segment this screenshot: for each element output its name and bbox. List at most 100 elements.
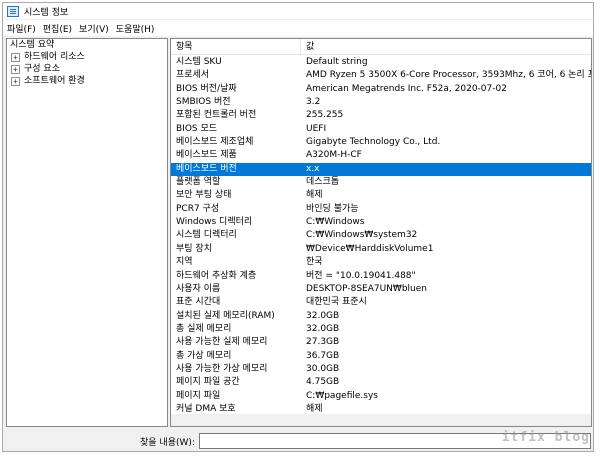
system-info-icon bbox=[7, 5, 19, 17]
expand-icon[interactable]: + bbox=[11, 64, 20, 74]
tree-item-label: 구성 요소 bbox=[24, 64, 60, 74]
row-item-name: 시스템 디렉터리 bbox=[176, 230, 237, 241]
table-row[interactable]: 시스템 디렉터리 C:₩Windows₩system32 bbox=[171, 229, 591, 242]
row-item-name: 프로세서 bbox=[176, 70, 210, 81]
row-item-value: 27.3GB bbox=[306, 337, 340, 348]
row-item-name: 하드웨어 추상화 계층 bbox=[176, 270, 257, 281]
row-item-value: 해제 bbox=[306, 190, 323, 201]
tree-item-label: 하드웨어 리소스 bbox=[24, 52, 85, 62]
row-item-name: 페이지 파일 공간 bbox=[176, 377, 240, 388]
details-rows: 시스템 SKU Default string 프로세서 AMD Ryzen 5 350… bbox=[171, 56, 591, 416]
row-item-name: 베이스보드 버전 bbox=[176, 163, 237, 174]
menu-help[interactable]: 도움말(H) bbox=[116, 22, 155, 35]
row-item-name: BIOS 버전/날짜 bbox=[176, 83, 237, 94]
expand-icon[interactable]: + bbox=[11, 52, 20, 62]
row-item-value: 32.0GB bbox=[306, 310, 340, 321]
row-item-name: 표준 시간대 bbox=[176, 297, 221, 308]
row-item-value: AMD Ryzen 5 3500X 6-Core Processor, 3593… bbox=[306, 70, 591, 81]
row-item-value: UEFI bbox=[306, 123, 327, 134]
window-title: 시스템 정보 bbox=[24, 7, 69, 18]
row-item-value: American Megatrends Inc. F52a, 2020-07-0… bbox=[306, 83, 507, 94]
tree-item-hardware-resources[interactable]: + 하드웨어 리소스 bbox=[7, 51, 167, 63]
row-item-value: C:₩pagefile.sys bbox=[306, 390, 378, 401]
menu-edit[interactable]: 편집(E) bbox=[43, 22, 72, 35]
row-item-name: PCR7 구성 bbox=[176, 203, 220, 214]
horizontal-scrollbar[interactable] bbox=[171, 414, 591, 426]
row-item-name: 포함된 컨트롤러 버전 bbox=[176, 110, 257, 121]
row-item-value: 32.0GB bbox=[306, 323, 340, 334]
row-item-value: 한국 bbox=[306, 257, 323, 268]
table-row[interactable]: SMBIOS 버전 3.2 bbox=[171, 96, 591, 109]
find-label: 찾을 내용(W): bbox=[140, 438, 195, 448]
row-item-value: 36.7GB bbox=[306, 350, 340, 361]
watermark-text: itfix blog bbox=[501, 430, 590, 445]
table-row[interactable]: 사용 가능한 가상 메모리 30.0GB bbox=[171, 363, 591, 376]
table-row[interactable]: 시스템 SKU Default string bbox=[171, 56, 591, 69]
menu-view[interactable]: 보기(V) bbox=[79, 22, 109, 35]
row-item-value: DESKTOP-8SEA7UN₩bluen bbox=[306, 283, 427, 294]
tree-item-label: 시스템 요약 bbox=[10, 40, 55, 50]
row-item-value: 대한민국 표준시 bbox=[306, 297, 367, 308]
column-header-value[interactable]: 값 bbox=[301, 39, 591, 55]
row-item-value: A320M-H-CF bbox=[306, 150, 362, 161]
table-row[interactable]: BIOS 모드 UEFI bbox=[171, 123, 591, 136]
table-row[interactable]: 총 실제 메모리 32.0GB bbox=[171, 323, 591, 336]
row-item-value: C:₩Windows bbox=[306, 217, 365, 228]
table-row[interactable]: 총 가상 메모리 36.7GB bbox=[171, 350, 591, 363]
row-item-value: 30.0GB bbox=[306, 363, 340, 374]
menu-file[interactable]: 파일(F) bbox=[7, 22, 36, 35]
menu-bar: 파일(F) 편집(E) 보기(V) 도움말(H) bbox=[3, 20, 593, 36]
table-row[interactable]: 보안 부팅 상태 해제 bbox=[171, 189, 591, 202]
row-item-name: 베이스보드 제품 bbox=[176, 150, 237, 161]
row-item-name: SMBIOS 버전 bbox=[176, 97, 231, 108]
table-row[interactable]: 베이스보드 제품 A320M-H-CF bbox=[171, 149, 591, 162]
row-item-name: 총 실제 메모리 bbox=[176, 323, 232, 334]
row-item-value: C:₩Windows₩system32 bbox=[306, 230, 418, 241]
row-item-value: 데스크톱 bbox=[306, 177, 340, 188]
table-row[interactable]: PCR7 구성 바인딩 불가능 bbox=[171, 203, 591, 216]
row-item-name: 사용 가능한 실제 메모리 bbox=[176, 337, 268, 348]
row-item-name: 총 가상 메모리 bbox=[176, 350, 232, 361]
table-row[interactable]: 페이지 파일 공간 4.75GB bbox=[171, 376, 591, 389]
row-item-name: 부팅 장치 bbox=[176, 243, 212, 254]
table-row[interactable]: 페이지 파일 C:₩pagefile.sys bbox=[171, 390, 591, 403]
row-item-value: x.x bbox=[306, 163, 320, 174]
row-item-name: Windows 디렉터리 bbox=[176, 217, 253, 228]
expand-icon[interactable]: + bbox=[11, 76, 20, 86]
tree-item-label: 소프트웨어 환경 bbox=[24, 76, 85, 86]
table-row[interactable]: BIOS 버전/날짜 American Megatrends Inc. F52a,… bbox=[171, 83, 591, 96]
row-item-name: 설치된 실제 메모리(RAM) bbox=[176, 310, 275, 321]
row-item-value: 바인딩 불가능 bbox=[306, 203, 359, 214]
table-row[interactable]: 표준 시간대 대한민국 표준시 bbox=[171, 296, 591, 309]
row-item-name: 지역 bbox=[176, 257, 193, 268]
row-item-value: ₩Device₩HarddiskVolume1 bbox=[306, 243, 434, 254]
details-list: 항목 값 시스템 SKU Default string 프로세서 AMD Ryzen … bbox=[170, 38, 592, 427]
column-header: 항목 값 bbox=[171, 39, 591, 55]
system-info-window: 시스템 정보 파일(F) 편집(E) 보기(V) 도움말(H) 시스템 요약 +… bbox=[2, 2, 594, 452]
row-item-value: 255.255 bbox=[306, 110, 344, 121]
row-item-name: 사용자 이름 bbox=[176, 283, 221, 294]
table-row[interactable]: 하드웨어 추상화 계층 버전 = "10.0.19041.488" bbox=[171, 270, 591, 283]
row-item-value: Default string bbox=[306, 57, 368, 67]
table-row[interactable]: 프로세서 AMD Ryzen 5 3500X 6-Core Processor, … bbox=[171, 69, 591, 82]
table-row[interactable]: 포함된 컨트롤러 버전 255.255 bbox=[171, 109, 591, 122]
table-row[interactable]: Windows 디렉터리 C:₩Windows bbox=[171, 216, 591, 229]
tree-item-software-environment[interactable]: + 소프트웨어 환경 bbox=[7, 75, 167, 87]
table-row[interactable]: 지역 한국 bbox=[171, 256, 591, 269]
table-row[interactable]: 베이스보드 제조업체 Gigabyte Technology Co., Ltd. bbox=[171, 136, 591, 149]
table-row[interactable]: 플랫폼 역할 데스크톱 bbox=[171, 176, 591, 189]
row-item-name: BIOS 모드 bbox=[176, 123, 218, 134]
tree-item-system-summary[interactable]: 시스템 요약 bbox=[7, 39, 167, 51]
table-row[interactable]: 사용자 이름 DESKTOP-8SEA7UN₩bluen bbox=[171, 283, 591, 296]
table-row[interactable]: 부팅 장치 ₩Device₩HarddiskVolume1 bbox=[171, 243, 591, 256]
row-item-value: 버전 = "10.0.19041.488" bbox=[306, 270, 416, 281]
tree-item-components[interactable]: + 구성 요소 bbox=[7, 63, 167, 75]
row-item-name: 베이스보드 제조업체 bbox=[176, 137, 254, 148]
table-row[interactable]: 설치된 실제 메모리(RAM) 32.0GB bbox=[171, 310, 591, 323]
table-row[interactable]: 사용 가능한 실제 메모리 27.3GB bbox=[171, 336, 591, 349]
category-tree[interactable]: 시스템 요약 + 하드웨어 리소스 + 구성 요소 + 소프트웨어 환경 bbox=[6, 38, 168, 427]
column-header-item[interactable]: 항목 bbox=[171, 39, 301, 55]
table-row[interactable]: 베이스보드 버전 x.x bbox=[171, 162, 591, 177]
row-item-name: 페이지 파일 bbox=[176, 390, 221, 401]
row-item-name: 플랫폼 역할 bbox=[176, 177, 221, 188]
